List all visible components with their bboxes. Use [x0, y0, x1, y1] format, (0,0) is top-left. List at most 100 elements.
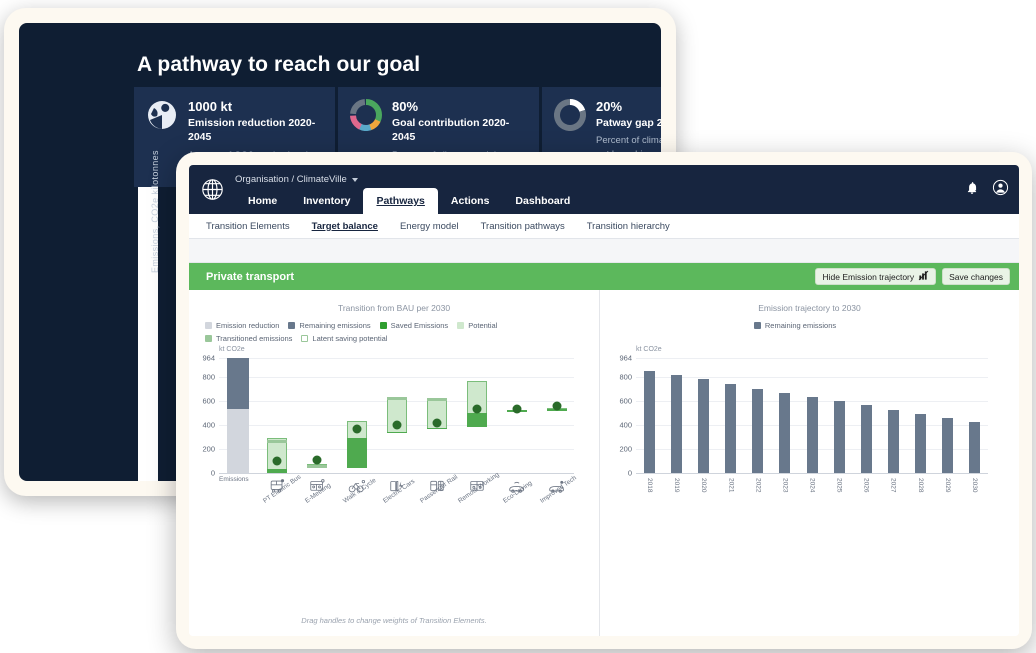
kpi-label: Goal contribution 2020-2045	[392, 117, 510, 144]
foreground-laptop-frame: Organisation / ClimateVille Home Invento…	[176, 152, 1032, 649]
segment-remaining-emissions	[752, 388, 764, 473]
chart-crossed-out-icon	[918, 270, 929, 283]
left-chart-y-unit: kt CO2e	[219, 346, 245, 353]
marker-dot-handle[interactable]	[312, 455, 322, 465]
bar-pt-electric-bus[interactable]	[267, 358, 287, 473]
right-chart-y-unit: kt CO2e	[636, 346, 662, 353]
org-breadcrumb[interactable]: Organisation / ClimateVille	[235, 168, 583, 188]
segment-transitioned-emissions	[307, 464, 327, 469]
nav-tab-home[interactable]: Home	[235, 188, 290, 214]
subnav-item-transition-elements[interactable]: Transition Elements	[195, 221, 301, 232]
bar-year-2023[interactable]	[779, 358, 791, 473]
bar-year-2019[interactable]	[671, 358, 683, 473]
bar-emissions[interactable]	[227, 358, 249, 473]
bar-year-2027[interactable]	[887, 358, 899, 473]
transition-from-bau-chart: Transition from BAU per 2030 Emission re…	[189, 290, 600, 636]
left-chart-plot-area: 964 800 600 400 200 0	[202, 354, 574, 478]
bar-year-2021[interactable]	[725, 358, 737, 473]
user-avatar-icon[interactable]	[992, 179, 1009, 201]
legend-label: Emission reduction	[216, 321, 280, 330]
header-actions	[965, 179, 1009, 201]
subnav-item-transition-pathways[interactable]: Transition pathways	[470, 221, 576, 232]
bar-year-2020[interactable]	[698, 358, 710, 473]
x-label-emissions: Emissions	[219, 476, 249, 483]
save-changes-button[interactable]: Save changes	[942, 268, 1010, 285]
bar-year-2029[interactable]	[941, 358, 953, 473]
segment-remaining-emissions	[887, 409, 899, 473]
x-label-2026: 2026	[862, 478, 870, 493]
bar-year-2028[interactable]	[914, 358, 926, 473]
marker-dot-handle[interactable]	[472, 404, 482, 414]
legend-item[interactable]: Emission reduction	[205, 321, 279, 330]
hide-emission-trajectory-label: Hide Emission trajectory	[822, 271, 915, 282]
bar-remote-working[interactable]	[467, 358, 487, 473]
segment-remaining-emissions	[968, 422, 980, 473]
segment-remaining-emissions	[914, 413, 926, 473]
y-tick: 0	[210, 468, 215, 478]
kpi-label: Emission reduction 2020-2045	[188, 117, 316, 144]
nav-tab-actions[interactable]: Actions	[438, 188, 503, 214]
marker-dot-handle[interactable]	[392, 420, 402, 430]
bar-year-2022[interactable]	[752, 358, 764, 473]
bar-year-2018[interactable]	[644, 358, 656, 473]
nav-tab-inventory[interactable]: Inventory	[290, 188, 363, 214]
nav-tab-dashboard[interactable]: Dashboard	[502, 188, 583, 214]
marker-dot-handle[interactable]	[432, 418, 442, 428]
x-label-2021: 2021	[727, 478, 735, 493]
legend-label: Latent saving potential	[312, 334, 388, 343]
bar-eco-driving[interactable]	[507, 358, 527, 473]
bar-year-2026[interactable]	[860, 358, 872, 473]
legend-item[interactable]: Remaining emissions	[288, 321, 371, 330]
subnav-item-energy-model[interactable]: Energy model	[389, 221, 470, 232]
x-label-2019: 2019	[673, 478, 681, 493]
screenshot-stage: A pathway to reach our goal 1000 kt Emis…	[0, 0, 1036, 653]
marker-dot-handle[interactable]	[352, 424, 362, 434]
marker-dot-handle[interactable]	[552, 401, 562, 411]
right-chart-x-axis: 2018 2019 2020 2021 2022 2023 2024 2025 2026 2027…	[636, 476, 988, 506]
org-breadcrumb-label: Organisation / ClimateVille	[235, 174, 347, 185]
x-label-2028: 2028	[916, 478, 924, 493]
legend-item[interactable]: Saved Emissions	[379, 321, 448, 330]
y-tick: 400	[202, 420, 215, 430]
legend-swatch	[301, 335, 309, 342]
globe-icon[interactable]	[189, 165, 235, 214]
legend-item[interactable]: Latent saving potential	[301, 334, 387, 343]
bar-e-meeting[interactable]	[307, 358, 327, 473]
marker-dot-handle[interactable]	[272, 456, 282, 466]
subnav-item-target-balance[interactable]: Target balance	[301, 221, 389, 232]
y-tick: 964	[202, 353, 215, 363]
bar-improved-tech[interactable]	[547, 358, 567, 473]
nav-tab-pathways[interactable]: Pathways	[363, 188, 438, 214]
segment-saved-emissions	[467, 412, 487, 427]
bar-year-2030[interactable]	[968, 358, 980, 473]
background-page-title: A pathway to reach our goal	[137, 53, 421, 76]
bell-icon[interactable]	[965, 181, 979, 200]
chevron-down-icon[interactable]	[351, 177, 358, 182]
legend-item[interactable]: Transitioned emissions	[205, 334, 292, 343]
legend-item[interactable]: Remaining emissions	[753, 321, 836, 330]
subnav-item-transition-hierarchy[interactable]: Transition hierarchy	[576, 221, 681, 232]
y-tick: 200	[202, 444, 215, 454]
hide-emission-trajectory-button[interactable]: Hide Emission trajectory	[815, 268, 937, 285]
bar-walk-and-cycle[interactable]	[347, 358, 367, 473]
app-window: Organisation / ClimateVille Home Invento…	[189, 165, 1019, 636]
x-label-2023: 2023	[781, 478, 789, 493]
legend-item[interactable]: Potential	[457, 321, 497, 330]
y-tick: 600	[202, 396, 215, 406]
section-header-bar: Private transport Hide Emission trajecto…	[189, 263, 1019, 290]
legend-swatch	[205, 335, 212, 342]
charts-container: Transition from BAU per 2030 Emission re…	[189, 290, 1019, 636]
bar-year-2025[interactable]	[833, 358, 845, 473]
y-tick: 964	[619, 353, 632, 363]
bar-electric-cars[interactable]	[387, 358, 407, 473]
x-label-2025: 2025	[835, 478, 843, 493]
background-y-axis-label: Emissions, CO2e kilotonnes	[150, 150, 160, 273]
segment-remaining-emissions	[698, 379, 710, 473]
segment-remaining-emissions	[644, 371, 656, 473]
marker-dot-handle[interactable]	[512, 404, 522, 414]
bar-passenger-rail[interactable]	[427, 358, 447, 473]
segment-emission-reduction	[227, 409, 249, 473]
legend-swatch	[288, 322, 296, 329]
legend-label: Potential	[468, 321, 498, 330]
bar-year-2024[interactable]	[806, 358, 818, 473]
